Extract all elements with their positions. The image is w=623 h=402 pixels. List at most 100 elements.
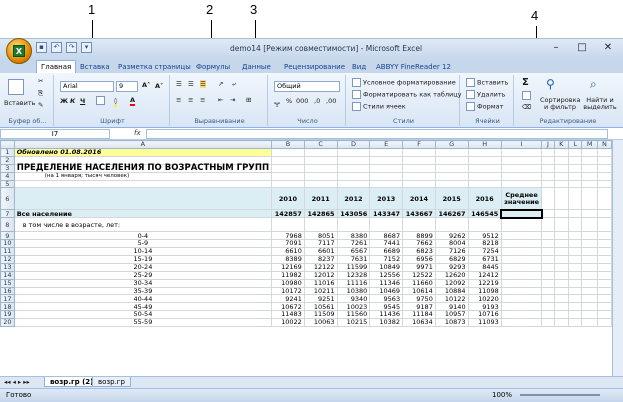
row-header[interactable]: 14 [0,270,15,280]
row-header[interactable]: 15 [0,278,15,288]
empty-cell[interactable] [271,217,305,233]
font-size-select[interactable]: 9 [116,81,138,92]
zoom-slider[interactable] [520,394,600,396]
empty-cell[interactable] [596,247,612,257]
cut-icon[interactable]: ✂ [38,77,43,85]
empty-cell[interactable] [581,209,598,219]
empty-cell[interactable] [567,286,583,296]
empty-cell[interactable] [434,155,469,165]
align-bottom-icon[interactable]: ☰ [200,80,206,88]
empty-cell[interactable] [541,163,555,173]
tab-review[interactable]: Рецензирование [280,61,349,73]
bold-icon[interactable]: Ж [60,97,68,105]
empty-cell[interactable] [567,171,583,181]
cell-a[interactable]: 35-39 [13,286,273,296]
cell-a[interactable]: 55-59 [13,318,273,328]
cell-a[interactable]: Обновлено 01.08.2016 [13,148,273,157]
fill-color-icon[interactable]: ◊ [114,97,118,107]
empty-cell[interactable] [567,155,583,165]
data-cell[interactable]: 12012 [303,270,338,280]
font-name-select[interactable]: Arial [60,81,114,92]
empty-cell[interactable] [500,278,543,288]
column-header[interactable]: J [541,140,555,149]
empty-cell[interactable] [553,187,569,211]
row-header[interactable]: 20 [0,318,15,328]
empty-cell[interactable] [541,286,555,296]
empty-cell[interactable] [596,278,612,288]
data-cell[interactable]: 11016 [303,278,338,288]
empty-cell[interactable] [303,179,338,189]
data-cell[interactable]: 12412 [467,270,502,280]
cell-a[interactable] [13,179,273,189]
empty-cell[interactable] [581,148,598,157]
empty-cell[interactable] [402,179,436,189]
empty-cell[interactable] [369,179,404,189]
data-cell[interactable]: 12556 [369,270,404,280]
empty-cell[interactable] [567,294,583,304]
autosum-icon[interactable]: Σ [522,77,529,88]
empty-cell[interactable] [567,187,583,211]
empty-cell[interactable] [596,163,612,173]
save-icon[interactable]: ▪ [36,42,47,53]
empty-cell[interactable] [541,179,555,189]
column-header[interactable]: G [434,140,469,149]
data-cell[interactable]: 146545 [467,209,502,219]
empty-cell[interactable] [402,171,436,181]
percent-icon[interactable]: % [286,97,292,105]
cell-a[interactable] [13,187,273,211]
tab-insert[interactable]: Вставка [76,61,114,73]
empty-cell[interactable] [553,247,569,257]
data-cell[interactable]: 12219 [467,278,502,288]
empty-cell[interactable] [369,171,404,181]
empty-cell[interactable] [581,278,598,288]
year-header[interactable]: 2016 [467,187,502,211]
empty-cell[interactable] [553,148,569,157]
empty-cell[interactable] [541,217,555,233]
name-box[interactable]: I7 [0,129,110,139]
empty-cell[interactable] [553,231,569,241]
row-header[interactable]: 8 [0,217,15,233]
row-header[interactable]: 5 [0,179,15,189]
column-header[interactable]: H [467,140,502,149]
empty-cell[interactable] [434,148,469,157]
column-header[interactable]: I [500,140,543,149]
tab-page-layout[interactable]: Разметка страницы [114,61,195,73]
empty-cell[interactable] [541,270,555,280]
empty-cell[interactable] [567,239,583,249]
wrap-text-icon[interactable]: ⤶ [232,80,236,89]
data-cell[interactable]: 11346 [369,278,404,288]
empty-cell[interactable] [467,163,502,173]
empty-cell[interactable] [500,148,543,157]
empty-cell[interactable] [596,302,612,312]
data-cell[interactable]: 9563 [369,294,404,304]
empty-cell[interactable] [467,171,502,181]
merge-center-icon[interactable]: ⊞ [246,96,251,104]
data-cell[interactable]: 143347 [369,209,404,219]
empty-cell[interactable] [500,247,543,257]
empty-cell[interactable] [500,255,543,264]
data-cell[interactable]: 10172 [271,286,305,296]
decrease-decimal-icon[interactable]: ,00 [326,97,336,105]
empty-cell[interactable] [541,171,555,181]
tab-formulas[interactable]: Формулы [192,61,234,73]
empty-cell[interactable] [500,171,543,181]
format-cells-button[interactable]: Формат [466,102,503,111]
empty-cell[interactable] [553,217,569,233]
empty-cell[interactable] [271,179,305,189]
data-cell[interactable]: 11660 [402,278,436,288]
data-cell[interactable]: 10215 [336,318,371,328]
tab-home[interactable]: Главная [36,60,77,73]
data-cell[interactable]: 10873 [434,318,469,328]
empty-cell[interactable] [581,318,598,328]
increase-indent-icon[interactable]: ⇥ [230,96,235,104]
empty-cell[interactable] [581,302,598,312]
empty-cell[interactable] [581,179,598,189]
maximize-button[interactable]: □ [569,42,595,56]
decrease-indent-icon[interactable]: ⇤ [218,96,223,104]
empty-cell[interactable] [567,209,583,219]
empty-cell[interactable] [553,270,569,280]
empty-cell[interactable] [303,163,338,173]
empty-cell[interactable] [567,318,583,328]
empty-cell[interactable] [434,217,469,233]
sheet-nav-icons[interactable]: ◂◂ ◂ ▸ ▸▸ [4,378,30,386]
